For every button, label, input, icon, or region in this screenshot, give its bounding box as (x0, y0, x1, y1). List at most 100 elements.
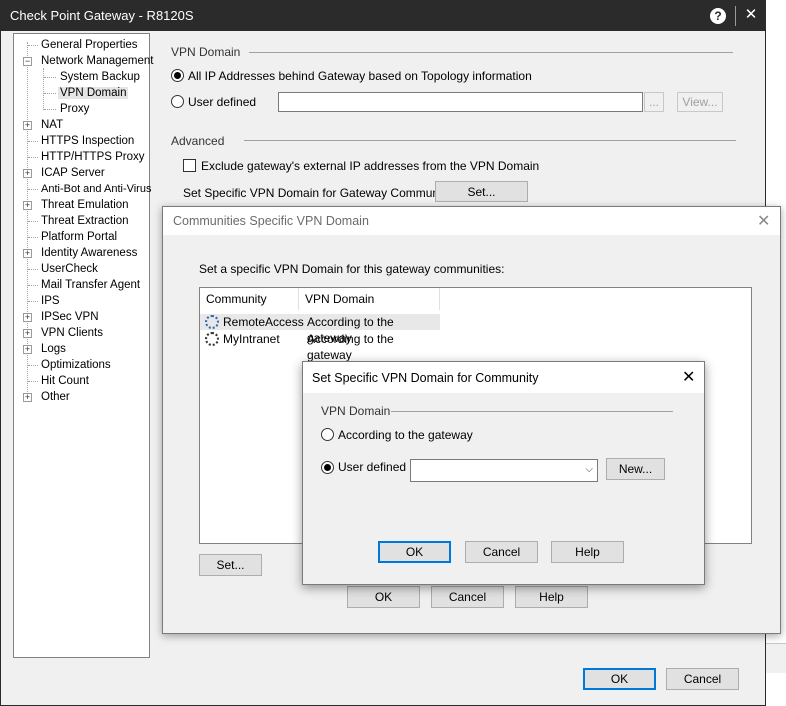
tree-connector (28, 189, 38, 190)
expand-icon[interactable]: + (23, 169, 32, 178)
tree-item-system-backup[interactable]: System Backup (58, 70, 142, 84)
tree-connector (28, 45, 38, 46)
specific-user-defined-radio[interactable] (321, 461, 334, 474)
tree-item-label: IPSec VPN (41, 311, 99, 323)
set-communities-button[interactable]: Set... (435, 181, 528, 202)
vpn-domain-group-label: VPN Domain (171, 45, 241, 59)
user-defined-dropdown[interactable]: ⌵ (410, 459, 598, 482)
tree-item-optimizations[interactable]: Optimizations (39, 358, 113, 372)
tree-item-proxy[interactable]: Proxy (58, 102, 91, 116)
expand-icon[interactable]: + (23, 313, 32, 322)
table-row[interactable]: RemoteAccess According to the gateway (200, 314, 440, 345)
help-icon[interactable]: ? (710, 8, 726, 24)
tree-item-label: VPN Domain (58, 87, 129, 99)
group-divider (244, 140, 736, 141)
expand-icon[interactable]: + (23, 249, 32, 258)
main-cancel-button[interactable]: Cancel (666, 668, 739, 690)
column-header-vpn-domain[interactable]: VPN Domain (299, 288, 440, 310)
tree-item-label: UserCheck (41, 263, 98, 275)
expand-icon[interactable]: + (23, 121, 32, 130)
all-ip-radio[interactable] (171, 69, 184, 82)
browse-button[interactable]: ... (644, 92, 664, 112)
expand-icon[interactable]: + (23, 345, 32, 354)
main-titlebar[interactable]: Check Point Gateway - R8120S ? ✕ (1, 1, 765, 31)
community-icon (205, 315, 219, 329)
tree-item-hit-count[interactable]: Hit Count (39, 374, 91, 388)
specific-ok-button[interactable]: OK (378, 541, 451, 563)
tree-item-label: Threat Emulation (41, 199, 129, 211)
tree-item-vpn-clients[interactable]: VPN Clients (39, 326, 105, 340)
tree-item-ipsec-vpn[interactable]: IPSec VPN (39, 310, 101, 324)
tree-item-nat[interactable]: NAT (39, 118, 65, 132)
close-icon[interactable]: ✕ (757, 211, 770, 231)
tree-item-label: Anti-Bot and Anti-Virus (41, 183, 152, 195)
collapse-icon[interactable]: − (23, 57, 32, 66)
tree-connector (28, 221, 38, 222)
specific-vpn-domain-group-label: VPN Domain (321, 404, 391, 418)
communities-cancel-button[interactable]: Cancel (431, 586, 504, 608)
community-name: MyIntranet (223, 332, 280, 346)
column-header-community[interactable]: Community (200, 288, 299, 310)
close-icon[interactable]: ✕ (682, 367, 695, 387)
main-ok-button[interactable]: OK (583, 668, 656, 690)
communities-instruction: Set a specific VPN Domain for this gatew… (199, 262, 505, 276)
specific-dialog-titlebar[interactable]: Set Specific VPN Domain for Community ✕ (303, 362, 704, 393)
communities-ok-button[interactable]: OK (347, 586, 420, 608)
tree-item-ips[interactable]: IPS (39, 294, 62, 308)
tree-item-label: Logs (41, 343, 66, 355)
according-to-gateway-radio[interactable] (321, 428, 334, 441)
user-defined-radio[interactable] (171, 95, 184, 108)
window-title: Check Point Gateway - R8120S (10, 8, 194, 23)
tree-item-label: Other (41, 391, 70, 403)
tree-connector (44, 109, 56, 110)
view-button[interactable]: View... (677, 92, 723, 112)
background-window-edge (766, 643, 786, 673)
tree-item-identity-awareness[interactable]: Identity Awareness (39, 246, 139, 260)
specific-user-defined-label: User defined (338, 460, 407, 474)
expand-icon[interactable]: + (23, 393, 32, 402)
communities-dialog-titlebar[interactable]: Communities Specific VPN Domain ✕ (163, 207, 780, 235)
tree-item-anti-bot-anti-virus[interactable]: Anti-Bot and Anti-Virus (39, 182, 153, 196)
tree-item-label: ICAP Server (41, 167, 105, 179)
user-defined-domain-field[interactable] (278, 92, 643, 112)
specific-cancel-button[interactable]: Cancel (465, 541, 538, 563)
tree-connector (28, 141, 38, 142)
tree-item-vpn-domain[interactable]: VPN Domain (58, 86, 129, 100)
chevron-down-icon: ⌵ (585, 464, 593, 475)
tree-item-usercheck[interactable]: UserCheck (39, 262, 100, 276)
tree-item-threat-emulation[interactable]: Threat Emulation (39, 198, 131, 212)
tree-item-network-management[interactable]: Network Management (39, 54, 156, 68)
tree-item-mail-transfer-agent[interactable]: Mail Transfer Agent (39, 278, 142, 292)
exclude-external-ip-checkbox[interactable] (183, 159, 196, 172)
tree-item-platform-portal[interactable]: Platform Portal (39, 230, 119, 244)
community-domain: According to the gateway (307, 332, 394, 362)
tree-connector (44, 77, 56, 78)
set-community-button[interactable]: Set... (199, 554, 262, 576)
tree-item-https-inspection[interactable]: HTTPS Inspection (39, 134, 136, 148)
expand-icon[interactable]: + (23, 201, 32, 210)
navigation-tree[interactable]: General Properties − Network Management … (13, 33, 154, 658)
tree-item-icap-server[interactable]: ICAP Server (39, 166, 107, 180)
tree-item-label: Mail Transfer Agent (41, 279, 141, 291)
tree-item-label: Threat Extraction (41, 215, 129, 227)
tree-item-logs[interactable]: Logs (39, 342, 68, 356)
table-row[interactable]: MyIntranet According to the gateway (200, 331, 440, 362)
communities-help-button[interactable]: Help (515, 586, 588, 608)
communities-dialog-title: Communities Specific VPN Domain (173, 214, 369, 228)
tree-item-http-https-proxy[interactable]: HTTP/HTTPS Proxy (39, 150, 147, 164)
specific-dialog-title: Set Specific VPN Domain for Community (312, 371, 539, 385)
tree-item-label: VPN Clients (41, 327, 103, 339)
tree-connector (28, 285, 38, 286)
new-button[interactable]: New... (606, 458, 665, 480)
tree-item-label: Network Management (41, 55, 154, 67)
tree-item-other[interactable]: Other (39, 390, 72, 404)
tree-item-general-properties[interactable]: General Properties (39, 38, 140, 52)
expand-icon[interactable]: + (23, 329, 32, 338)
group-divider (249, 52, 733, 53)
specific-help-button[interactable]: Help (551, 541, 624, 563)
group-divider (391, 411, 673, 412)
close-icon[interactable]: ✕ (742, 5, 760, 25)
tree-item-threat-extraction[interactable]: Threat Extraction (39, 214, 131, 228)
tree-item-label: HTTP/HTTPS Proxy (41, 151, 145, 163)
tree-item-label: Identity Awareness (41, 247, 138, 259)
